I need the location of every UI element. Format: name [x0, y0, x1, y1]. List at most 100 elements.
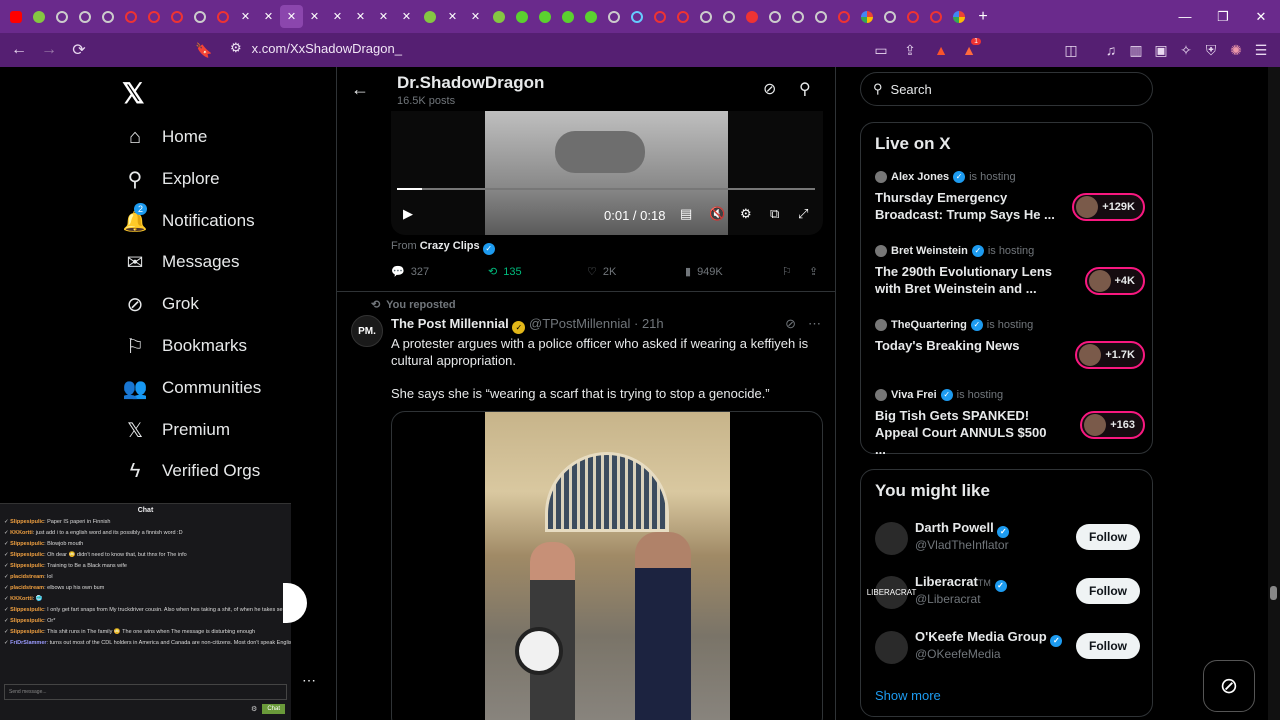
tab-google[interactable] [947, 5, 970, 28]
tab-red[interactable] [211, 5, 234, 28]
chat-username[interactable]: Slippesipulic [10, 563, 44, 569]
tweet-video[interactable] [391, 411, 823, 720]
chat-send-button[interactable]: Chat [262, 704, 285, 714]
avatar[interactable]: PM. [351, 315, 383, 347]
tab-generic[interactable] [73, 5, 96, 28]
cast-icon[interactable]: ▭ [869, 38, 893, 62]
bookmark-button[interactable]: ⚐ [782, 265, 792, 278]
tab-x-active[interactable]: ✕ [280, 5, 303, 28]
live-item[interactable]: Alex Jones ✓ is hosting Thursday Emergency … [875, 171, 1145, 235]
grok-fab-icon[interactable]: ⊘ [1203, 660, 1255, 712]
tab-generic[interactable] [188, 5, 211, 28]
nav-home[interactable]: ⌂ Home [122, 117, 207, 157]
tab-generic[interactable] [786, 5, 809, 28]
wallet-icon[interactable]: ▣ [1149, 38, 1173, 62]
video-progress-bar[interactable] [397, 188, 815, 190]
close-window-icon[interactable]: ✕ [1242, 0, 1280, 33]
leo-ai-icon[interactable]: ✧ [1174, 38, 1198, 62]
suggestion-name[interactable]: Darth Powell ✓ [915, 520, 1010, 538]
follow-button[interactable]: Follow [1076, 524, 1140, 550]
nav-explore[interactable]: ⚲ Explore [122, 159, 220, 199]
suggestion-name[interactable]: LiberacratTM ✓ [915, 574, 1007, 592]
nav-bookmarks[interactable]: ⚐ Bookmarks [122, 326, 247, 366]
chat-input[interactable]: Send message... [4, 684, 287, 700]
tab-rumble[interactable] [487, 5, 510, 28]
tab-play[interactable] [579, 5, 602, 28]
tab-play[interactable] [533, 5, 556, 28]
search-profile-icon[interactable]: ⚲ [799, 79, 811, 99]
tab-red[interactable] [901, 5, 924, 28]
tab-red[interactable] [165, 5, 188, 28]
scrollbar-thumb[interactable] [1270, 586, 1277, 600]
suggestion-item[interactable]: Darth Powell ✓ @VladTheInflator Follow [875, 520, 1140, 560]
listener-count-pill[interactable]: +1.7K [1075, 341, 1145, 369]
nav-premium[interactable]: 𝕏 Premium [122, 410, 230, 450]
follow-button[interactable]: Follow [1076, 578, 1140, 604]
listener-count-pill[interactable]: +4K [1084, 267, 1145, 295]
nav-verified-orgs[interactable]: ϟ Verified Orgs [122, 451, 261, 491]
live-item[interactable]: Viva Frei ✓ is hosting Big Tish Gets SPANKE… [875, 389, 1145, 457]
avatar[interactable]: LIBERACRAT [867, 576, 916, 609]
chat-username[interactable]: FriDrSlammer [10, 640, 46, 646]
chat-username[interactable]: Slippesipulic [10, 519, 44, 525]
floating-handle[interactable] [283, 583, 307, 623]
extension-flag-icon[interactable]: ✺ [1224, 38, 1248, 62]
tab-rumble[interactable] [418, 5, 441, 28]
grok-analyze-icon[interactable]: ⊘ [763, 79, 776, 99]
tab-loading[interactable] [625, 5, 648, 28]
chat-username[interactable]: Slippesipulic [10, 618, 44, 624]
suggestion-name[interactable]: O'Keefe Media Group ✓ [915, 629, 1063, 647]
host-name[interactable]: Bret Weinstein [891, 245, 968, 257]
captions-icon[interactable]: ▤ [680, 206, 692, 222]
tab-google[interactable] [855, 5, 878, 28]
tab-youtube[interactable] [4, 5, 27, 28]
bookmark-page-icon[interactable]: 🔖 [192, 38, 216, 62]
share-icon[interactable]: ⇪ [898, 38, 922, 62]
suggestion-item[interactable]: LIBERACRAT LiberacratTM ✓ @Liberacrat Follo… [867, 574, 1140, 614]
chat-username[interactable]: KKKortti [10, 530, 33, 536]
grok-icon[interactable]: ⊘ [785, 316, 796, 332]
chat-username[interactable]: placidstream [10, 585, 44, 591]
avatar[interactable] [875, 522, 908, 555]
nav-grok[interactable]: ⊘ Grok [122, 284, 199, 324]
chat-username[interactable]: Slippesipulic [10, 552, 44, 558]
tab-red[interactable] [119, 5, 142, 28]
tab-x[interactable]: ✕ [257, 5, 280, 28]
more-menu-icon[interactable]: ⋯ [302, 672, 316, 689]
chat-username[interactable]: KKKortti [10, 596, 33, 602]
back-arrow-icon[interactable]: ← [351, 79, 369, 100]
menu-icon[interactable]: ☰ [1249, 38, 1273, 62]
new-tab-button[interactable]: + [970, 5, 996, 28]
more-options-icon[interactable]: ⋯ [808, 316, 821, 332]
x-logo-icon[interactable]: 𝕏 [122, 77, 145, 110]
back-button[interactable]: ← [6, 37, 32, 63]
picture-in-picture-icon[interactable]: ⧉ [770, 206, 779, 222]
fullscreen-icon[interactable]: ⤢ [798, 206, 808, 222]
brave-rewards-icon[interactable]: ▲ 1 [957, 38, 981, 62]
follow-button[interactable]: Follow [1076, 633, 1140, 659]
tab-generic[interactable] [602, 5, 625, 28]
tab-x[interactable]: ✕ [464, 5, 487, 28]
minimize-icon[interactable]: — [1166, 0, 1204, 33]
chat-username[interactable]: placidstream [10, 574, 44, 580]
chat-username[interactable]: Slippesipulic [10, 629, 44, 635]
tweet-author-name[interactable]: The Post Millennial [391, 316, 509, 331]
media-icon[interactable]: ♫ [1099, 38, 1123, 62]
suggestion-item[interactable]: O'Keefe Media Group ✓ @OKeefeMedia Follow [875, 629, 1140, 669]
tab-x[interactable]: ✕ [395, 5, 418, 28]
scrollbar[interactable] [1268, 67, 1280, 720]
tab-play[interactable] [556, 5, 579, 28]
tab-x[interactable]: ✕ [441, 5, 464, 28]
restore-icon[interactable]: ❐ [1204, 0, 1242, 33]
settings-icon[interactable]: ⚙ [740, 206, 752, 222]
brave-shield-icon[interactable]: ▲ [929, 38, 953, 62]
site-info-icon[interactable]: ⚙ [230, 40, 242, 56]
chat-username[interactable]: Slippesipulic [10, 541, 44, 547]
tab-play[interactable] [510, 5, 533, 28]
listener-count-pill[interactable]: +163 [1080, 411, 1145, 439]
tweet-author-handle[interactable]: @TPostMillennial [529, 316, 630, 331]
forward-button[interactable]: → [36, 37, 62, 63]
search-input[interactable]: ⚲ Search [860, 72, 1153, 106]
sidebar-icon[interactable]: ▥ [1124, 38, 1148, 62]
share-button[interactable]: ⇪ [809, 265, 818, 278]
